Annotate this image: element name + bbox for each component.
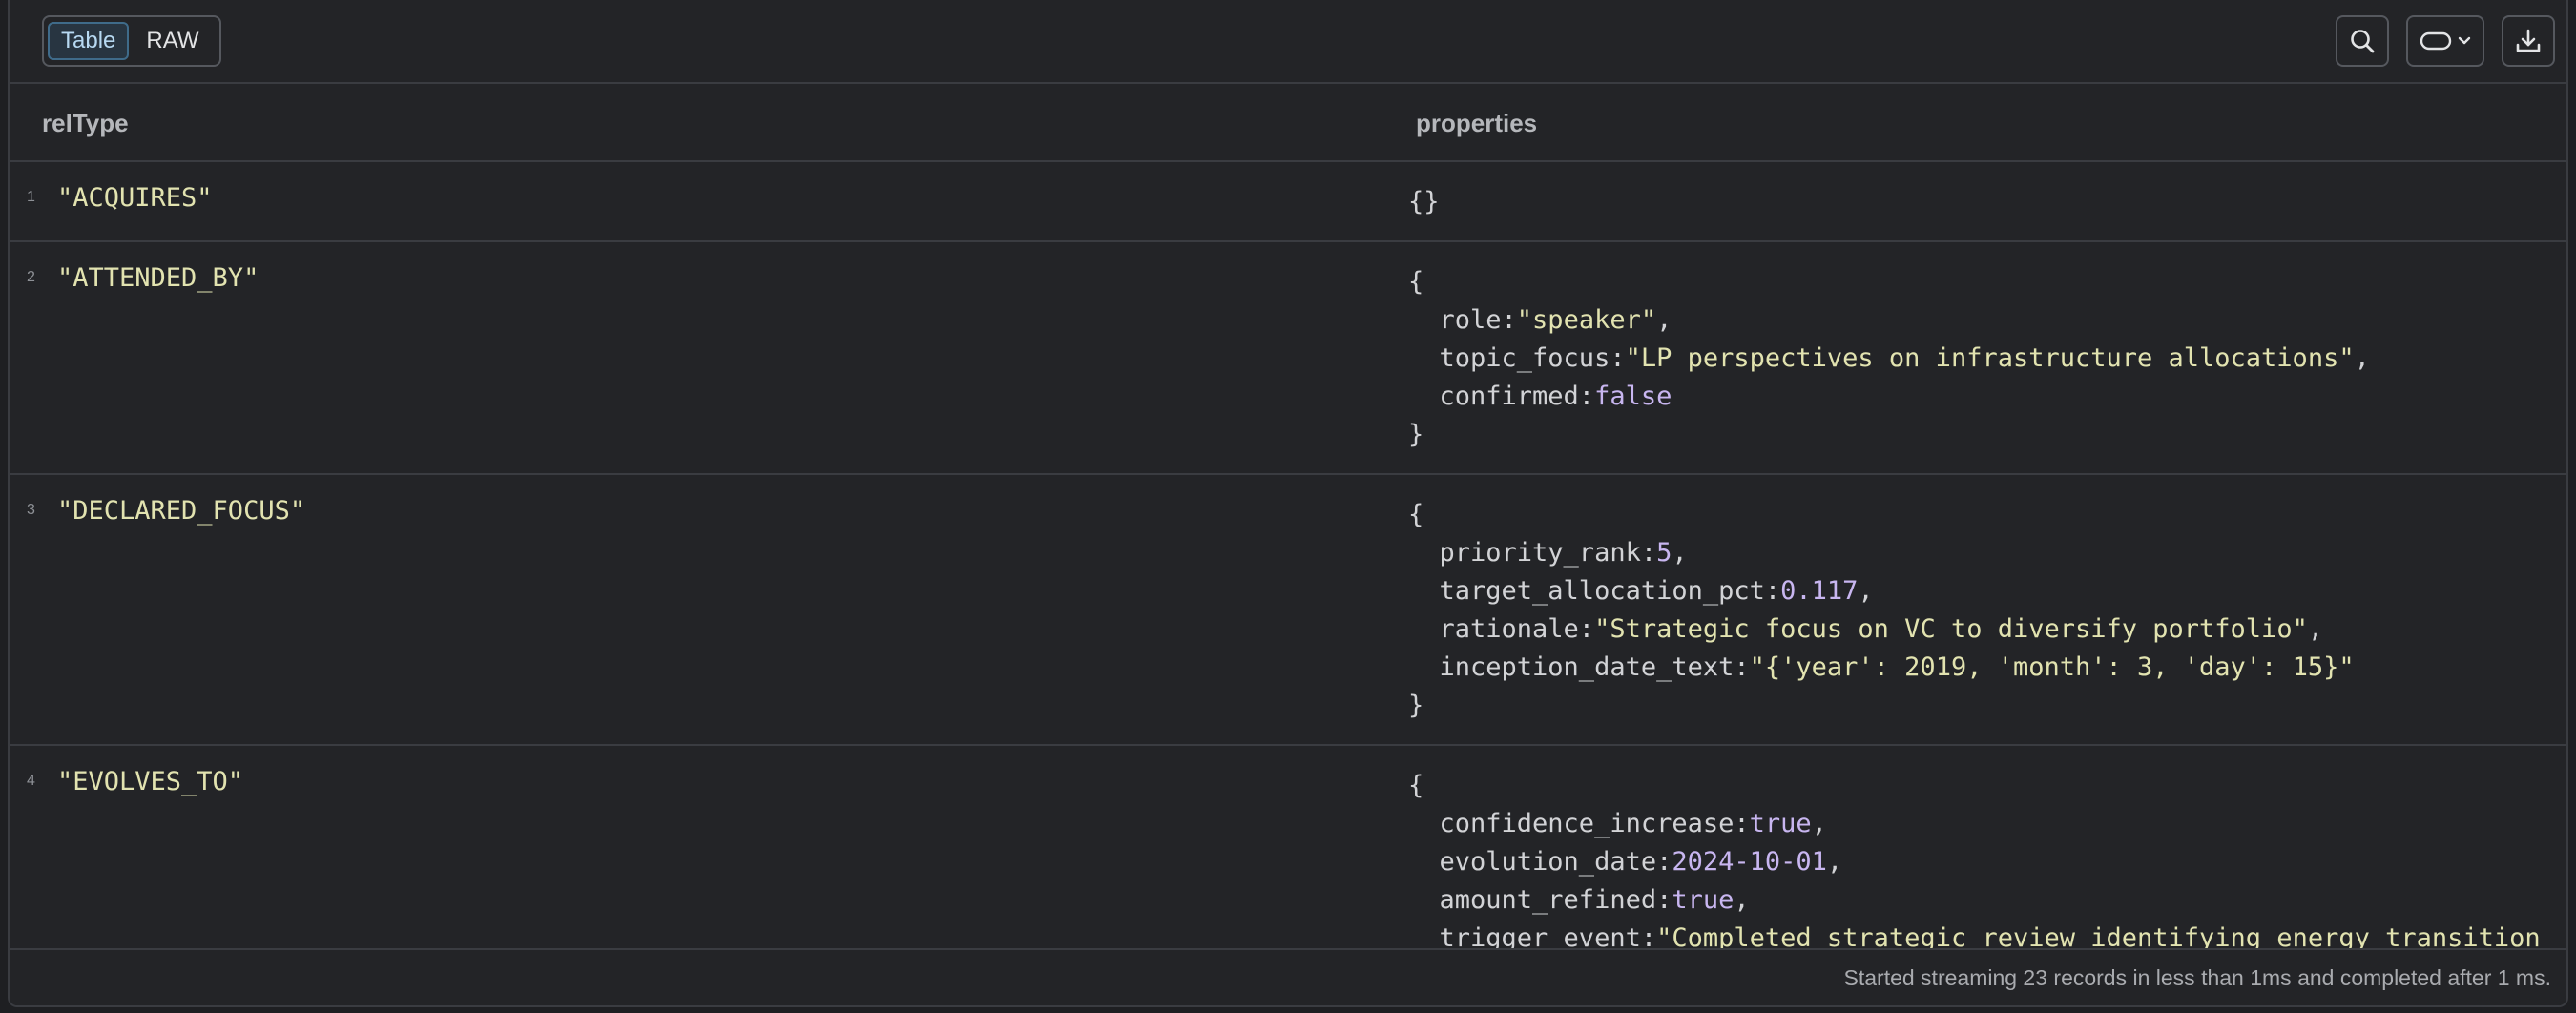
pill-shape-icon [2420, 31, 2452, 51]
property-line: amount_refined:true, [1408, 885, 1750, 915]
property-line: } [1408, 420, 1424, 449]
download-button[interactable] [2502, 15, 2555, 67]
row-number: 4 [27, 773, 35, 789]
search-icon [2351, 30, 2375, 53]
tab-raw[interactable]: RAW [135, 22, 210, 60]
reltype-cell: "ACQUIRES" [57, 183, 213, 213]
status-bar: Started streaming 23 records in less tha… [10, 948, 2566, 1005]
table-row: 1 "ACQUIRES" {} [10, 162, 2566, 242]
download-icon [2516, 29, 2541, 52]
property-line: { [1408, 267, 1424, 297]
search-button[interactable] [2336, 15, 2389, 67]
column-header-reltype[interactable]: relType [42, 109, 129, 138]
reltype-cell: "ATTENDED_BY" [57, 263, 260, 293]
result-panel: Table RAW relType properties 1 "ACQUIRES… [8, 0, 2568, 1007]
property-line: evolution_date:2024-10-01, [1408, 847, 1843, 877]
view-toggle: Table RAW [42, 15, 221, 67]
row-number: 2 [27, 269, 35, 285]
properties-cell: { role:"speaker", topic_focus:"LP perspe… [1408, 263, 2370, 454]
result-toolbar: Table RAW [10, 0, 2566, 84]
table-header: relType properties [10, 84, 2566, 162]
property-line: target_allocation_pct:0.117, [1408, 576, 1874, 606]
properties-cell: { priority_rank:5, target_allocation_pct… [1408, 496, 2355, 725]
table-row: 4 "EVOLVES_TO" { confidence_increase:tru… [10, 746, 2566, 956]
display-mode-dropdown[interactable] [2406, 15, 2484, 67]
property-line: inception_date_text:"{'year': 2019, 'mon… [1408, 652, 2355, 682]
property-line: topic_focus:"LP perspectives on infrastr… [1408, 343, 2370, 373]
property-line: role:"speaker", [1408, 305, 1672, 335]
reltype-cell: "EVOLVES_TO" [57, 767, 244, 796]
property-line: confirmed:false [1408, 382, 1672, 411]
property-line: rationale:"Strategic focus on VC to dive… [1408, 614, 2324, 644]
status-text: Started streaming 23 records in less tha… [1843, 965, 2551, 990]
property-line: confidence_increase:true, [1408, 809, 1827, 838]
property-line: {} [1408, 187, 1440, 217]
reltype-cell: "DECLARED_FOCUS" [57, 496, 306, 526]
chevron-down-icon [2458, 36, 2471, 45]
row-number: 3 [27, 502, 35, 518]
properties-cell: {} [1408, 183, 1440, 221]
properties-cell: { confidence_increase:true, evolution_da… [1408, 767, 2541, 958]
table-row: 2 "ATTENDED_BY" { role:"speaker", topic_… [10, 242, 2566, 475]
property-line: priority_rank:5, [1408, 538, 1688, 568]
column-header-properties[interactable]: properties [1416, 109, 1537, 138]
property-line: { [1408, 500, 1424, 529]
property-line: { [1408, 771, 1424, 800]
row-number: 1 [27, 189, 35, 205]
property-line: } [1408, 691, 1424, 720]
tab-table[interactable]: Table [48, 22, 130, 60]
table-row: 3 "DECLARED_FOCUS" { priority_rank:5, ta… [10, 475, 2566, 746]
